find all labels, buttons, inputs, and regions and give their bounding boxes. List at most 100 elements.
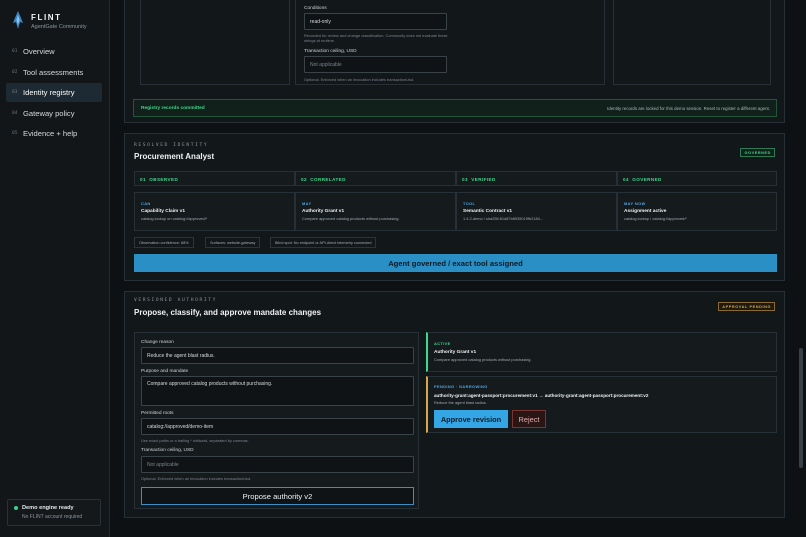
versioned-kicker: VERSIONED AUTHORITY <box>134 298 217 303</box>
registry-committed-note: Identity records are locked for this dem… <box>607 106 770 111</box>
stage-observed: 01 OBSERVED <box>134 171 295 186</box>
reject-button[interactable]: Reject <box>512 410 546 428</box>
versioned-authority-panel: VERSIONED AUTHORITY Propose, classify, a… <box>124 291 785 518</box>
engine-status-subtitle: No FLINT account required <box>22 514 83 520</box>
identity-card-capability: CAN Capability Claim v1 catalog.lookup o… <box>134 192 295 231</box>
status-dot-icon <box>14 506 18 510</box>
stage-verified: 03 VERIFIED <box>456 171 617 186</box>
nav-number: 04 <box>12 110 18 116</box>
stage-num: 01 <box>140 177 146 182</box>
engine-status-title-row: Demo engine ready <box>14 505 94 511</box>
sidebar-item-label: Evidence + help <box>23 129 78 138</box>
stage-governed: 04 GOVERNED <box>617 171 777 186</box>
pending-revision-card: PENDING · NARROWING authority-grant:agen… <box>426 376 777 433</box>
sidebar-item-label: Gateway policy <box>23 108 75 118</box>
sidebar-item-gateway-policy[interactable]: 04 Gateway policy <box>6 104 102 123</box>
roots-label: Permitted roots <box>141 411 174 416</box>
nav-number: 01 <box>12 49 18 54</box>
card-type: TOOL <box>463 201 476 206</box>
pending-tag: PENDING · NARROWING <box>434 384 488 389</box>
registry-column-right <box>613 0 771 85</box>
sidebar: FLINT AgentGate Community 01 Overview 02… <box>0 0 110 537</box>
stage-num: 03 <box>462 177 468 182</box>
registry-column-middle: Conditions read-only Recorded for review… <box>295 0 605 85</box>
sidebar-item-label: Identity registry <box>23 88 75 97</box>
roots-help: Use exact paths or a trailing * wildcard… <box>141 438 249 443</box>
nav-number: 02 <box>12 69 18 75</box>
approval-pending-badge: APPROVAL PENDING <box>718 302 775 311</box>
ceiling-input[interactable]: Not applicable <box>304 56 447 73</box>
engine-status-title: Demo engine ready <box>22 505 74 511</box>
identity-card-contract: TOOL Semantic Contract v1 1.4.2-demo / s… <box>456 192 617 231</box>
propose-authority-button[interactable]: Propose authority v2 <box>141 487 414 505</box>
card-name: Assignment active <box>624 209 667 214</box>
registry-column-left <box>140 0 290 85</box>
chip-blind-spot: Blind spot: No endpoint or API-direct te… <box>270 237 377 248</box>
card-name: Capability Claim v1 <box>141 209 185 214</box>
card-name: Semantic Contract v1 <box>463 209 513 214</box>
roots-input[interactable]: catalog://approved/demo-item <box>141 418 414 435</box>
identity-card-authority: MAY Authority Grant v1 Compare approved … <box>295 192 456 231</box>
ceiling-label: Transaction ceiling, USD <box>304 49 357 54</box>
page-scrollbar[interactable] <box>799 348 803 468</box>
reason-label: Change reason <box>141 340 174 345</box>
identity-card-assignment: MAY NOW Assignment active catalog.lookup… <box>617 192 777 231</box>
ceiling-input[interactable]: Not applicable <box>141 456 414 473</box>
versioned-title: Propose, classify, and approve mandate c… <box>134 308 322 317</box>
sidebar-item-identity-registry[interactable]: 03 Identity registry <box>6 83 102 102</box>
stage-label: 02 CORRELATED <box>301 177 346 182</box>
stage-correlated: 02 CORRELATED <box>295 171 456 186</box>
sidebar-nav: 01 Overview 02 Tool assessments 03 Ident… <box>6 42 102 145</box>
conditions-label: Conditions <box>304 6 327 11</box>
ceiling-help: Optional. Enforced when an invocation in… <box>304 77 415 82</box>
registry-committed-label: Registry records committed <box>141 106 205 111</box>
nav-number: 05 <box>12 131 18 136</box>
purpose-label: Purpose and mandate <box>141 369 189 374</box>
brand-subtitle: AgentGate Community <box>31 24 87 30</box>
ceiling-label: Transaction ceiling, USD <box>141 448 194 453</box>
conditions-help: Recorded for review and change classific… <box>304 33 448 44</box>
resolved-title: Procurement Analyst <box>134 152 215 161</box>
active-name: Authority Grant v1 <box>434 350 477 355</box>
stage-text: CORRELATED <box>310 177 346 182</box>
card-type: CAN <box>141 201 151 206</box>
reason-input[interactable]: Reduce the agent blast radius. <box>141 347 414 364</box>
governed-badge: GOVERNED <box>740 148 775 157</box>
resolved-identity-panel: RESOLVED IDENTITY Procurement Analyst GO… <box>124 133 785 281</box>
mandate-change-form: Change reason Reduce the agent blast rad… <box>134 332 419 509</box>
resolved-kicker: RESOLVED IDENTITY <box>134 143 209 148</box>
engine-status-card: Demo engine ready No FLINT account requi… <box>7 499 101 526</box>
purpose-textarea[interactable]: Compare approved catalog products withou… <box>141 376 414 406</box>
sidebar-item-label: Tool assessments <box>23 67 84 77</box>
active-desc: Compare approved catalog products withou… <box>434 357 532 362</box>
ceiling-help: Optional. Enforced when an invocation in… <box>141 476 252 481</box>
brand-name: FLINT <box>31 13 62 22</box>
stage-label: 01 OBSERVED <box>140 177 178 182</box>
nav-number: 03 <box>12 90 18 95</box>
sidebar-item-overview[interactable]: 01 Overview <box>6 42 102 61</box>
card-desc: Compare approved catalog products withou… <box>302 216 400 221</box>
brand: FLINT AgentGate Community <box>11 11 87 30</box>
chip-confidence: Observation confidence: 88% <box>134 237 194 248</box>
stage-label: 03 VERIFIED <box>462 177 496 182</box>
active-authority-card: ACTIVE Authority Grant v1 Compare approv… <box>426 332 777 372</box>
card-name: Authority Grant v1 <box>302 209 345 214</box>
card-desc: catalog.lookup on catalog://approved/* <box>141 216 208 221</box>
sidebar-item-label: Overview <box>23 47 55 56</box>
registry-committed-bar: Registry records committed Identity reco… <box>133 99 777 117</box>
stage-text: GOVERNED <box>632 177 662 182</box>
stage-num: 04 <box>623 177 629 182</box>
card-desc: 1.4.2-demo / sha256:61d87b8935019fb2184.… <box>463 216 544 221</box>
card-type: MAY NOW <box>624 201 646 206</box>
active-tag: ACTIVE <box>434 341 451 346</box>
card-type: MAY <box>302 201 312 206</box>
sidebar-item-tool-assessments[interactable]: 02 Tool assessments <box>6 63 102 82</box>
stage-text: VERIFIED <box>471 177 496 182</box>
pending-change: authority-grant:agent-passport:procureme… <box>434 393 649 398</box>
stage-text: OBSERVED <box>149 177 179 182</box>
approve-revision-button[interactable]: Approve revision <box>434 410 508 428</box>
card-desc: catalog.lookup / catalog://approved/* <box>624 216 687 221</box>
pending-desc: Reduce the agent blast radius. <box>434 400 487 405</box>
conditions-input[interactable]: read-only <box>304 13 447 30</box>
sidebar-item-evidence-help[interactable]: 05 Evidence + help <box>6 124 102 143</box>
